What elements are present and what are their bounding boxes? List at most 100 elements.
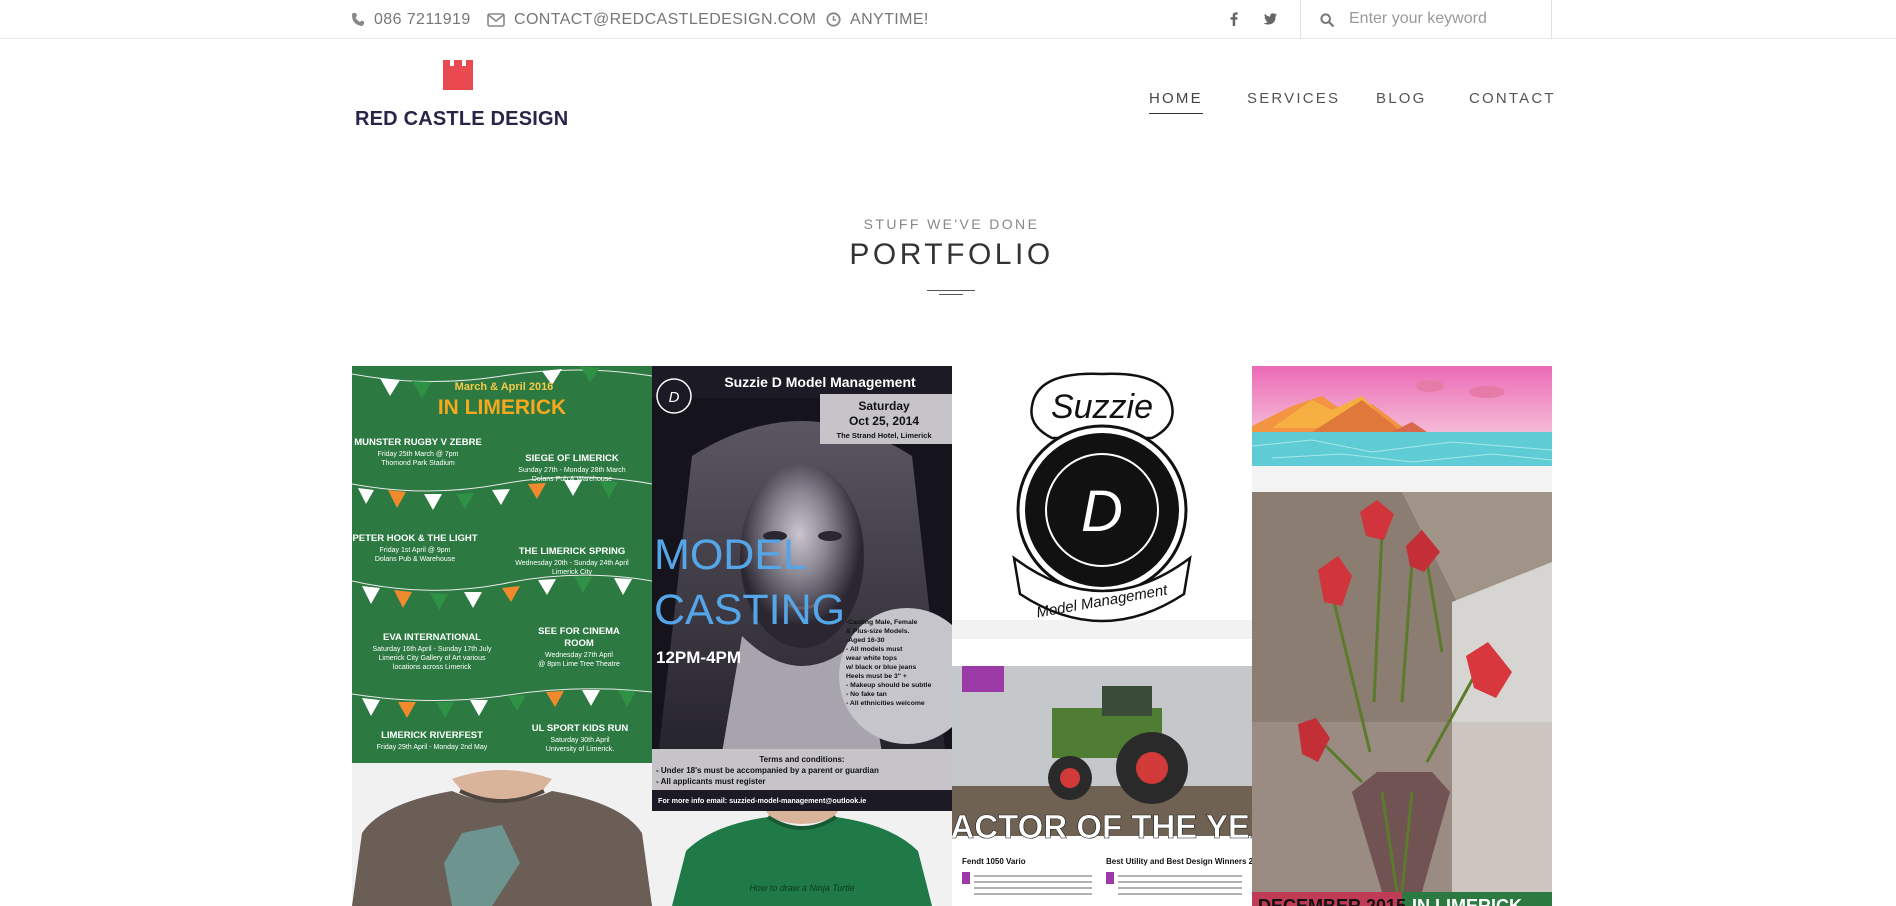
tshirt-brown-image	[352, 763, 652, 906]
title-divider	[927, 290, 975, 291]
castle-icon	[443, 60, 473, 90]
casting-day: Saturday	[858, 399, 910, 413]
portfolio-item-tulips[interactable]	[1252, 492, 1552, 892]
event-detail: Limerick City	[552, 569, 593, 576]
nav-blog[interactable]: BLOG	[1376, 90, 1426, 107]
twitter-icon[interactable]	[1263, 0, 1277, 39]
nav-active-underline	[1149, 113, 1203, 114]
event-name: SEE FOR CINEMA	[538, 626, 620, 637]
event-detail: Wednesday 27th April	[545, 652, 613, 659]
tractor-col-title: Best Utility and Best Design Winners 201…	[1106, 857, 1252, 866]
event-name: EVA INTERNATIONAL	[383, 632, 481, 643]
email-address: CONTACT@REDCASTLEDESIGN.COM	[514, 11, 817, 28]
casting-req: -Aged 16-30	[846, 637, 885, 644]
casting-req: Heels must be 3" +	[846, 673, 907, 680]
phone-contact[interactable]: 086 7211919	[351, 0, 471, 39]
event-detail: Wednesday 20th - Sunday 24th April	[515, 560, 629, 567]
portfolio-spacer	[1252, 466, 1552, 492]
site-logo[interactable]: RED CASTLE DESIGN	[352, 58, 569, 136]
search-box	[1300, 0, 1552, 39]
hours-text: ANYTIME!	[850, 11, 929, 28]
clock-icon	[826, 12, 841, 27]
casting-terms-title: Terms and conditions:	[759, 755, 844, 764]
suzzie-monogram: D	[1081, 479, 1123, 544]
event-detail: Saturday 30th April	[550, 737, 610, 744]
tractor-image: TRACTOR OF THE YEAR Fendt 1050 Vario Bes…	[952, 666, 1252, 906]
casting-req: - No fake tan	[846, 691, 887, 698]
event-name: LIMERICK RIVERFEST	[381, 730, 483, 741]
portfolio-item-december-banner[interactable]: DECEMBER 2015 IN LIMERICK	[1252, 892, 1552, 906]
portfolio-item-tractor[interactable]: TRACTOR OF THE YEAR Fendt 1050 Vario Bes…	[952, 666, 1252, 906]
tractor-col-title: Fendt 1050 Vario	[962, 857, 1026, 866]
casting-req: w/ black or blue jeans	[845, 664, 916, 671]
svg-text:D: D	[669, 389, 680, 406]
tulips-image	[1252, 492, 1552, 892]
event-detail: Friday 29th April - Monday 2nd May	[377, 744, 488, 751]
portfolio-item-tshirt-green[interactable]: How to draw a Ninja Turtle	[652, 811, 952, 906]
casting-req: - All models must	[846, 646, 903, 653]
december-banner-image: DECEMBER 2015 IN LIMERICK	[1252, 892, 1552, 906]
portfolio-item-suzzie-logo[interactable]: Suzzie D Model Management	[952, 366, 1252, 639]
portfolio-item-model-casting[interactable]: D Suzzie D Model Management Saturday Oct…	[652, 366, 952, 811]
tshirt-green-text: How to draw a Ninja Turtle	[749, 883, 854, 893]
casting-venue: The Strand Hotel, Limerick	[836, 431, 932, 440]
limerick-poster-image: March & April 2016 IN LIMERICK MUNSTER R…	[352, 366, 652, 763]
casting-brand: Suzzie D Model Management	[724, 374, 916, 390]
title-divider-short	[939, 294, 963, 295]
casting-headline-1: MODEL	[654, 531, 807, 579]
event-detail: Sunday 27th - Monday 28th March	[518, 467, 626, 474]
event-detail: Limerick City Gallery of Art various	[379, 655, 486, 662]
casting-term: - All applicants must register	[656, 777, 766, 786]
event-detail: Dolans Pub & Warehouse	[532, 476, 612, 483]
casting-headline-2: CASTING	[654, 586, 845, 634]
suzzie-script: Suzzie	[1051, 388, 1153, 426]
event-detail: Friday 1st April @ 9pm	[380, 547, 451, 554]
event-detail: locations across Limerick	[393, 664, 472, 671]
email-contact[interactable]: CONTACT@REDCASTLEDESIGN.COM	[487, 0, 816, 39]
casting-time: 12PM-4PM	[656, 648, 741, 667]
casting-req: -Casting Male, Female	[846, 619, 918, 626]
event-name: PETER HOOK & THE LIGHT	[352, 533, 477, 544]
suzzie-logo-image: Suzzie D Model Management	[952, 366, 1252, 639]
event-name: SIEGE OF LIMERICK	[525, 453, 619, 464]
portfolio-item-limerick-poster[interactable]: March & April 2016 IN LIMERICK MUNSTER R…	[352, 366, 652, 763]
event-detail: Friday 25th March @ 7pm	[377, 451, 458, 458]
search-icon[interactable]	[1320, 13, 1334, 27]
casting-term: - Under 18's must be accompanied by a pa…	[656, 766, 879, 775]
casting-date: Oct 25, 2014	[849, 414, 919, 428]
casting-req: wear white tops	[845, 655, 897, 662]
tshirt-green-image: How to draw a Ninja Turtle	[652, 811, 952, 906]
tractor-headline: TRACTOR OF THE YEAR	[952, 808, 1252, 845]
banner-right-text: IN LIMERICK	[1412, 896, 1522, 906]
portfolio-item-landscape[interactable]	[1252, 366, 1552, 466]
section-subtitle: STUFF WE'VE DONE	[863, 216, 1040, 232]
nav-contact[interactable]: CONTACT	[1469, 90, 1556, 107]
nav-services[interactable]: SERVICES	[1247, 90, 1340, 107]
logo-text: RED CASTLE DESIGN	[355, 108, 569, 130]
nav-home[interactable]: HOME	[1149, 90, 1203, 107]
casting-req: - All ethnicities welcome	[846, 700, 925, 707]
envelope-icon	[487, 13, 505, 27]
section-title: PORTFOLIO	[849, 238, 1054, 271]
casting-req: - Makeup should be subtle	[846, 682, 932, 689]
event-detail: @ 8pm Lime Tree Theatre	[538, 661, 620, 668]
top-bar: 086 7211919 CONTACT@REDCASTLEDESIGN.COM …	[0, 0, 1896, 39]
event-name: ROOM	[564, 638, 594, 649]
poster-date: March & April 2016	[455, 381, 554, 393]
event-detail: Saturday 16th April - Sunday 17th July	[372, 646, 492, 653]
casting-poster-image: D Suzzie D Model Management Saturday Oct…	[652, 366, 952, 811]
event-name: THE LIMERICK SPRING	[519, 546, 626, 557]
event-detail: University of Limerick.	[546, 746, 615, 753]
event-name: UL SPORT KIDS RUN	[532, 723, 629, 734]
phone-icon	[352, 13, 364, 26]
casting-req: & Plus-size Models.	[846, 628, 910, 635]
portfolio-item-tshirt-brown[interactable]	[352, 763, 652, 906]
facebook-icon[interactable]	[1230, 0, 1238, 39]
casting-footer: For more info email: suzzied-model-manag…	[658, 796, 866, 805]
search-input[interactable]	[1349, 6, 1544, 32]
event-detail: Dolans Pub & Warehouse	[375, 556, 455, 563]
banner-left-text: DECEMBER 2015	[1258, 896, 1406, 906]
event-detail: Thomond Park Stadium	[381, 460, 455, 467]
phone-number: 086 7211919	[374, 11, 471, 28]
hours-info: ANYTIME!	[826, 0, 929, 39]
